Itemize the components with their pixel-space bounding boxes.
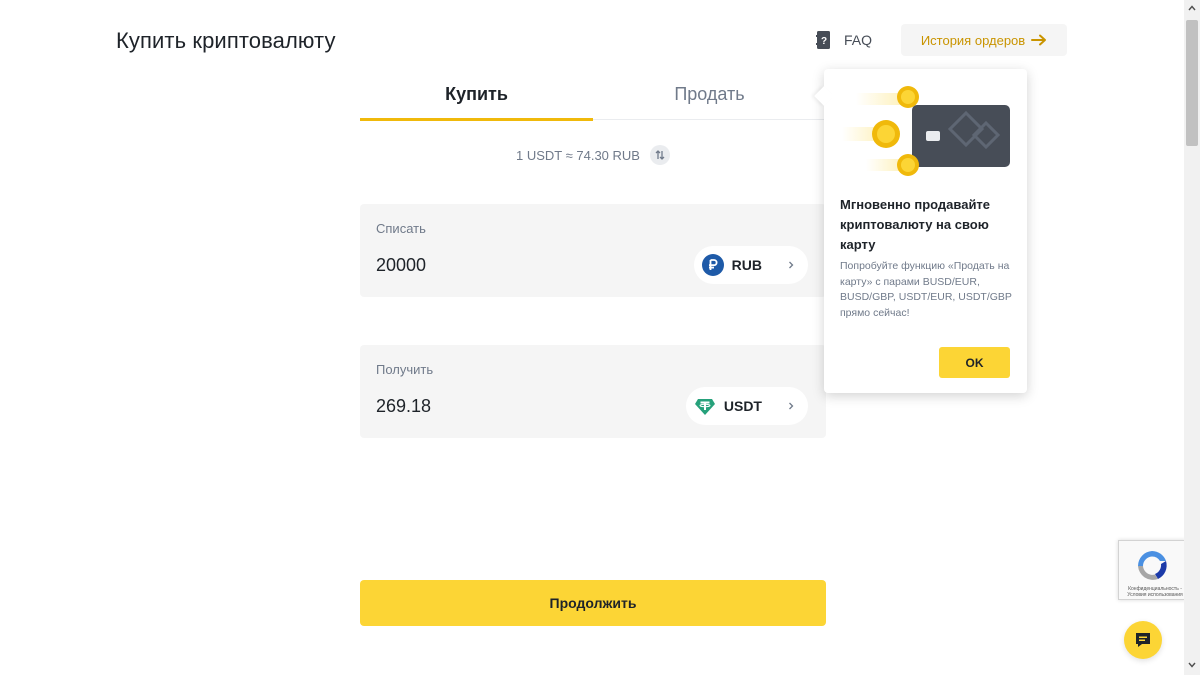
faq-book-icon: ? [816, 31, 830, 49]
ruble-icon [701, 254, 724, 276]
pay-field: Списать 20000 RUB [360, 204, 826, 297]
receive-currency-label: USDT [723, 398, 762, 414]
pay-currency-select[interactable]: RUB [693, 246, 808, 284]
popover-title: Мгновенно продавайте криптовалюту на сво… [840, 197, 991, 252]
svg-text:?: ? [821, 36, 827, 47]
receive-field: Получить 269.18 USDT [360, 345, 826, 438]
swap-icon[interactable] [649, 145, 670, 165]
tether-icon [694, 399, 715, 415]
support-chat-button[interactable] [1124, 621, 1162, 659]
pay-amount-input[interactable]: 20000 [376, 255, 426, 276]
exchange-rate-text: 1 USDT ≈ 74.30 RUB [516, 147, 640, 163]
chat-icon [1136, 633, 1150, 647]
faq-link[interactable]: ? FAQ [816, 30, 872, 50]
tab-sell[interactable]: Продать [593, 72, 826, 120]
order-history-label: История ордеров [920, 32, 1026, 48]
order-history-button[interactable]: История ордеров [901, 24, 1067, 56]
popover-description: Попробуйте функцию «Продать на карту» с … [840, 260, 1012, 319]
scrollbar-thumb[interactable] [1186, 20, 1198, 146]
popover-ok-button[interactable]: OK [939, 347, 1010, 378]
arrow-right-icon [1031, 34, 1047, 46]
pay-currency-label: RUB [731, 257, 762, 273]
chevron-right-icon [789, 402, 794, 410]
receive-currency-select[interactable]: USDT [685, 387, 808, 425]
buy-sell-tabs: Купить Продать [360, 72, 826, 121]
continue-label: Продолжить [549, 595, 637, 611]
recaptcha-icon [1138, 551, 1167, 580]
page-title: Купить криптовалюту [116, 28, 336, 53]
scroll-down-icon[interactable] [1188, 661, 1196, 669]
faq-label: FAQ [844, 32, 873, 48]
continue-button[interactable]: Продолжить [360, 580, 826, 626]
receive-amount-input[interactable]: 269.18 [376, 396, 431, 417]
chevron-right-icon [789, 261, 794, 269]
pay-label: Списать [376, 221, 426, 236]
recaptcha-badge[interactable]: Конфиденциальность - Условия использован… [1118, 540, 1186, 600]
receive-label: Получить [376, 362, 434, 377]
page-scrollbar[interactable] [1184, 0, 1200, 675]
scroll-up-icon[interactable] [1188, 4, 1196, 12]
card-coins-illustration [842, 86, 1010, 176]
recaptcha-terms[interactable]: Конфиденциальность - Условия использован… [1123, 586, 1187, 598]
exchange-rate: 1 USDT ≈ 74.30 RUB [360, 145, 826, 165]
tab-buy[interactable]: Купить [360, 72, 593, 121]
sell-to-card-popover: Мгновенно продавайте криптовалюту на сво… [824, 69, 1027, 393]
